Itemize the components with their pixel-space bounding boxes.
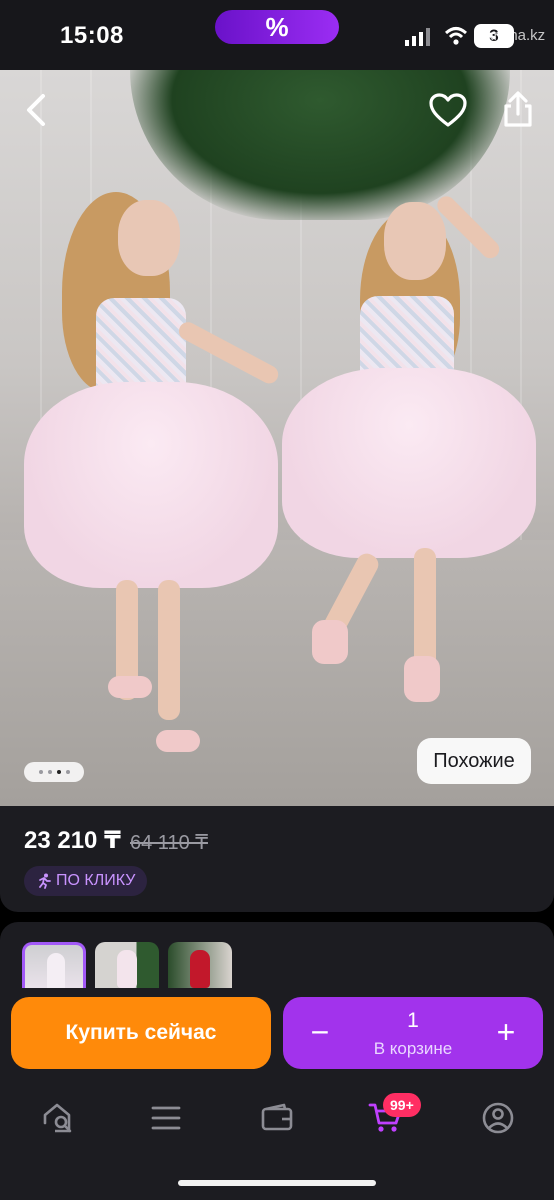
pager-dot[interactable] bbox=[47, 770, 52, 774]
catalog-menu-icon bbox=[151, 1106, 181, 1130]
variant-thumb-selected[interactable] bbox=[22, 942, 86, 988]
watermark-text: krisha.kz bbox=[486, 27, 546, 44]
nav-home[interactable] bbox=[38, 1099, 78, 1137]
buy-now-button[interactable]: Купить сейчас bbox=[11, 997, 271, 1069]
nav-profile[interactable] bbox=[478, 1099, 518, 1137]
running-person-icon bbox=[39, 873, 51, 889]
status-time: 15:08 bbox=[60, 22, 124, 49]
nav-wallet[interactable] bbox=[257, 1099, 297, 1137]
variant-thumb[interactable] bbox=[168, 942, 232, 988]
product-photo[interactable] bbox=[0, 70, 554, 806]
wallet-icon bbox=[261, 1103, 293, 1131]
cart-quantity-control: − 1 В корзине + bbox=[283, 997, 543, 1069]
old-price: 64 110 ₸ bbox=[130, 832, 208, 854]
increase-quantity-button[interactable]: + bbox=[489, 1015, 523, 1049]
nav-catalog[interactable] bbox=[146, 1099, 186, 1137]
pager-dot[interactable] bbox=[65, 770, 70, 774]
wifi-icon bbox=[444, 27, 468, 45]
pager-dot[interactable] bbox=[38, 770, 43, 774]
variant-thumb[interactable] bbox=[95, 942, 159, 988]
promo-badge-label: ПО КЛИКУ bbox=[56, 872, 136, 889]
signal-icon bbox=[405, 28, 430, 46]
home-indicator[interactable] bbox=[178, 1180, 376, 1186]
similar-button[interactable]: Похожие bbox=[417, 738, 531, 784]
share-icon[interactable] bbox=[500, 90, 536, 128]
home-search-icon bbox=[43, 1103, 72, 1133]
chevron-left-icon bbox=[27, 94, 45, 126]
promo-pill[interactable]: % bbox=[215, 10, 339, 44]
price-panel: 23 210 ₸ 64 110 ₸ ПО КЛИКУ bbox=[0, 806, 554, 912]
promo-badge[interactable]: ПО КЛИКУ bbox=[24, 866, 148, 896]
pager-dot-active[interactable] bbox=[56, 770, 61, 774]
current-price: 23 210 ₸ bbox=[24, 827, 121, 854]
profile-icon bbox=[482, 1102, 514, 1134]
back-button[interactable] bbox=[18, 92, 54, 128]
cart-count-badge: 99+ bbox=[383, 1093, 421, 1117]
heart-icon[interactable] bbox=[428, 92, 468, 128]
image-pager[interactable] bbox=[24, 762, 84, 782]
